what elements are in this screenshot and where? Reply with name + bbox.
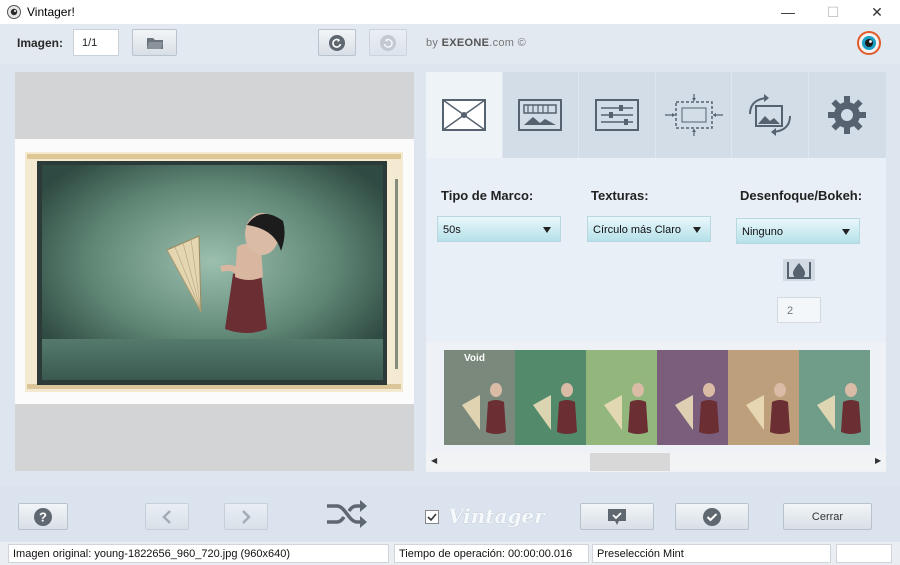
presets-panel: Void ◀ ▶ [426, 342, 886, 472]
next-button[interactable] [224, 503, 268, 530]
tab-crop[interactable] [655, 72, 733, 158]
comment-check-icon [608, 508, 626, 525]
status-preset: Preselección Mint [592, 544, 831, 563]
tab-rotate[interactable] [732, 72, 809, 158]
chevron-right-icon [242, 509, 251, 524]
close-window-button[interactable]: ✕ [854, 0, 900, 24]
status-operation-time: Tiempo de operación: 00:00:00.016 [394, 544, 589, 563]
frame-type-select[interactable]: 50s [437, 216, 561, 242]
blur-value: Ninguno [742, 226, 783, 238]
status-extra [836, 544, 892, 563]
status-original-image: Imagen original: young-1822656_960_720.j… [8, 544, 389, 563]
brand-suffix: .com © [489, 37, 527, 49]
texture-icon [518, 99, 563, 131]
redo-icon [380, 34, 396, 51]
frame-icon [441, 99, 486, 131]
help-button[interactable]: ? [18, 503, 68, 530]
blur-select[interactable]: Ninguno [736, 218, 860, 244]
maximize-button[interactable]: ☐ [810, 0, 856, 24]
textures-value: Círculo más Claro [593, 224, 682, 236]
option-tabs [426, 72, 886, 158]
settings-icon [828, 96, 867, 134]
window-title: Vintager! [27, 5, 75, 19]
redo-button[interactable] [369, 29, 407, 56]
toolbar: Imagen: 1/1 by EXEONE.com © [0, 24, 900, 64]
preset-label: Void [464, 353, 485, 364]
frame-type-value: 50s [443, 224, 461, 236]
image-label: Imagen: [17, 36, 64, 50]
app-logo-icon [7, 5, 21, 19]
help-icon: ? [34, 507, 52, 526]
shuffle-icon[interactable] [325, 498, 369, 530]
vintager-logo-icon [857, 31, 881, 55]
previous-button[interactable] [145, 503, 189, 530]
rotate-icon [749, 94, 792, 136]
chevron-down-icon [693, 227, 701, 233]
adjust-icon [594, 99, 639, 131]
tab-frame[interactable] [426, 72, 503, 158]
textures-label: Texturas: [591, 188, 649, 203]
brand-credit: by EXEONE.com © [426, 37, 526, 49]
help-glyph: ? [39, 509, 47, 524]
tab-adjustments[interactable] [579, 72, 656, 158]
preset-thumbnail[interactable] [799, 350, 870, 445]
image-counter-field[interactable]: 1/1 [73, 29, 119, 56]
image-preview-panel [15, 72, 414, 471]
blur-label: Desenfoque/Bokeh: [740, 188, 863, 203]
preset-thumbnail[interactable]: Void [444, 350, 515, 445]
textures-select[interactable]: Círculo más Claro [587, 216, 711, 242]
preview-image [25, 152, 403, 392]
minimize-button[interactable]: — [765, 0, 811, 24]
preview-canvas [15, 139, 414, 404]
vintager-checkbox[interactable] [425, 510, 439, 524]
chevron-left-icon [162, 509, 171, 524]
apply-button[interactable] [675, 503, 749, 530]
brand-name: EXEONE [441, 37, 490, 49]
preset-thumbnail[interactable] [515, 350, 586, 445]
blur-amount-field[interactable]: 2 [777, 297, 821, 323]
drop-icon [787, 262, 811, 279]
close-button[interactable]: Cerrar [783, 503, 872, 530]
tab-texture[interactable] [502, 72, 580, 158]
blur-amount-icon-box [783, 259, 815, 281]
brand-prefix: by [426, 37, 439, 49]
tab-settings[interactable] [808, 72, 886, 158]
scroll-left-icon[interactable]: ◀ [431, 456, 437, 465]
preset-thumbnail[interactable] [586, 350, 657, 445]
bottom-bar: ? Vintager Cerrar [0, 486, 900, 542]
folder-icon [146, 37, 163, 49]
scroll-right-icon[interactable]: ▶ [875, 456, 881, 465]
chevron-down-icon [842, 229, 850, 235]
scrollbar-thumb[interactable] [590, 453, 670, 471]
undo-button[interactable] [318, 29, 356, 56]
vintager-logo-text: Vintager [448, 504, 545, 528]
check-circle-icon [703, 507, 721, 526]
preset-thumbnail[interactable] [657, 350, 728, 445]
title-bar: Vintager! — ☐ ✕ [0, 0, 900, 24]
undo-icon [329, 34, 345, 51]
chevron-down-icon [543, 227, 551, 233]
frame-type-label: Tipo de Marco: [441, 188, 534, 203]
crop-icon [664, 94, 723, 136]
presets-scrollbar[interactable]: ◀ ▶ [426, 452, 886, 471]
open-folder-button[interactable] [132, 29, 177, 56]
checkmark-icon [427, 513, 437, 522]
preset-thumbnail[interactable] [728, 350, 799, 445]
comment-button[interactable] [580, 503, 654, 530]
status-bar: Imagen original: young-1822656_960_720.j… [0, 542, 900, 565]
